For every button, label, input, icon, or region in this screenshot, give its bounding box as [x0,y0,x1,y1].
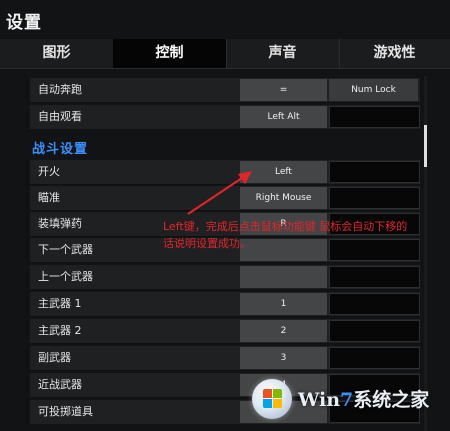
annotation-line-2: 话说明设置成功。 [163,237,251,250]
watermark: Win7系统之家 [250,373,446,427]
annotation-text: Left键，完成后点击鼠标功能键 鼠标会自动下移的 话说明设置成功。 [163,218,449,252]
watermark-seven: 7 [340,389,354,411]
watermark-text: Win7系统之家 [298,385,429,412]
watermark-prefix: Win [298,389,341,411]
watermark-suffix: 系统之家 [353,389,430,411]
annotation-line-1: Left键，完成后点击鼠标功能键 鼠标会自动下移的 [163,220,408,233]
annotation-arrow [187,171,252,215]
windows-logo-icon [252,379,292,419]
